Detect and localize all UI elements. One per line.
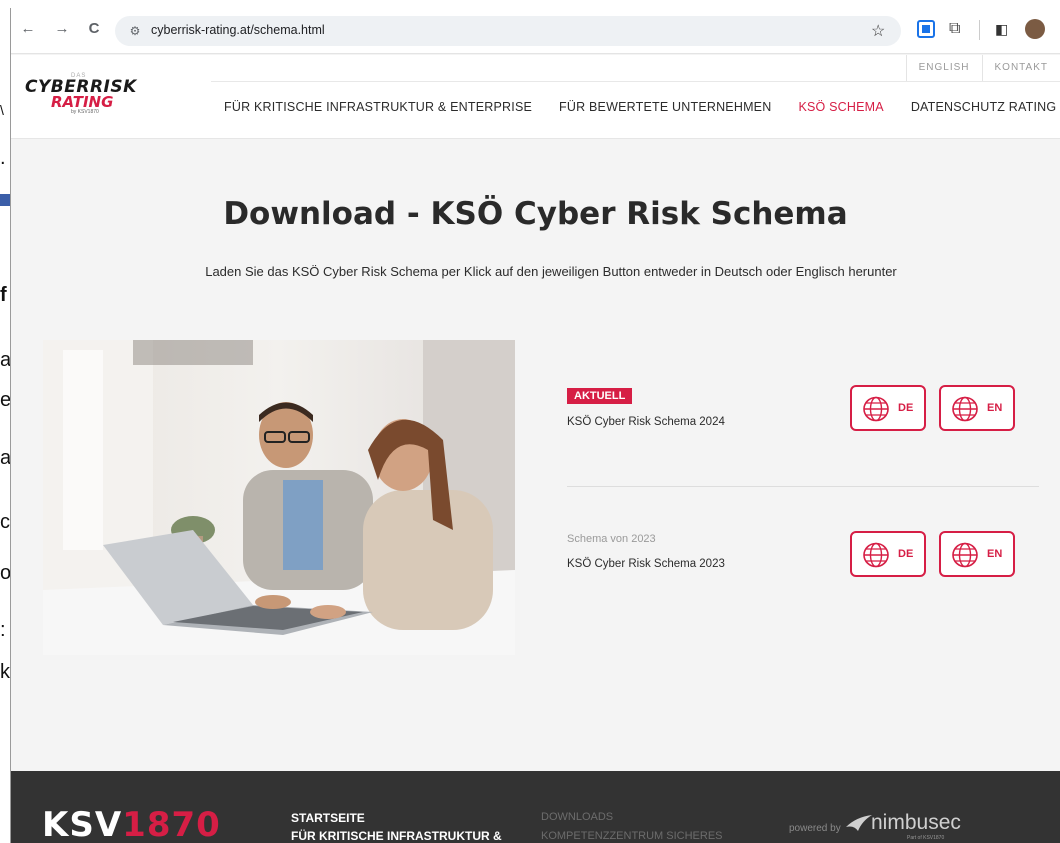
globe-icon [863, 396, 889, 422]
button-label: EN [987, 548, 1003, 560]
nimbusec-part-of-text: Part of KSV1870 [907, 835, 945, 841]
browser-window: ← → C ⚙ cyberrisk-rating.at/schema.html … [10, 8, 1060, 843]
back-button[interactable]: ← [17, 18, 39, 40]
background-window-bar [0, 194, 10, 206]
download-2023-de-button[interactable]: DE [850, 531, 926, 577]
browser-toolbar: ← → C ⚙ cyberrisk-rating.at/schema.html … [11, 8, 1060, 54]
button-label: DE [898, 402, 914, 414]
nimbusec-logo[interactable]: nimbusec [871, 811, 961, 835]
url-text[interactable]: cyberrisk-rating.at/schema.html [151, 23, 325, 37]
toolbar-divider [979, 20, 980, 40]
bookmark-star-icon[interactable]: ☆ [871, 21, 885, 41]
logo-rating-text: RATING [51, 93, 114, 111]
cyberrisk-rating-logo[interactable]: DAS CYBERRISK RATING by KSV1870 [25, 73, 155, 115]
page-title: Download - KSÖ Cyber Risk Schema [223, 196, 848, 232]
ksv1870-logo[interactable]: KSV1870 [42, 805, 221, 843]
address-bar[interactable]: ⚙ cyberrisk-rating.at/schema.html ☆ [115, 16, 901, 46]
main-navigation: FÜR KRITISCHE INFRASTRUKTUR & ENTERPRISE… [224, 100, 1060, 114]
english-link[interactable]: ENGLISH [905, 55, 982, 81]
row-divider [567, 486, 1039, 487]
site-footer: KSV1870 STARTSEITE FÜR KRITISCHE INFRAST… [11, 771, 1060, 843]
download-2023-en-button[interactable]: EN [939, 531, 1015, 577]
logo-ksv-text: KSV [42, 805, 123, 843]
background-window [0, 0, 10, 843]
globe-icon [863, 542, 889, 568]
download-2024-en-button[interactable]: EN [939, 385, 1015, 431]
extensions-puzzle-icon[interactable]: ⧉ [949, 20, 967, 38]
nav-item-bewertete-unternehmen[interactable]: FÜR BEWERTETE UNTERNEHMEN [559, 100, 771, 114]
page-subtitle: Laden Sie das KSÖ Cyber Risk Schema per … [205, 264, 897, 279]
logo-by-text: by KSV1870 [71, 109, 99, 115]
site-settings-icon[interactable]: ⚙ [127, 23, 143, 39]
footer-link-kompetenzzentrum[interactable]: KOMPETENZZENTRUM SICHERES [541, 830, 723, 842]
button-label: EN [987, 402, 1003, 414]
utility-links: ENGLISH KONTAKT [905, 55, 1060, 81]
site-header: DAS CYBERRISK RATING by KSV1870 ENGLISH … [11, 55, 1060, 139]
globe-icon [952, 396, 978, 422]
header-divider [211, 81, 1060, 82]
globe-icon [952, 542, 978, 568]
nav-item-kritische-infrastruktur[interactable]: FÜR KRITISCHE INFRASTRUKTUR & ENTERPRISE [224, 100, 532, 114]
nimbusec-bird-icon [846, 815, 872, 831]
kontakt-link[interactable]: KONTAKT [981, 55, 1060, 81]
forward-button[interactable]: → [51, 18, 73, 40]
hero-photo-two-people-laptop [43, 340, 515, 655]
footer-link-downloads[interactable]: DOWNLOADS [541, 811, 613, 823]
aktuell-badge: AKTUELL [567, 388, 633, 404]
profile-avatar[interactable] [1025, 19, 1045, 39]
logo-1870-text: 1870 [122, 805, 221, 843]
reload-button[interactable]: C [83, 18, 105, 40]
extension-icon[interactable] [917, 20, 935, 38]
download-2024-de-button[interactable]: DE [850, 385, 926, 431]
footer-link-startseite[interactable]: STARTSEITE [291, 811, 365, 825]
powered-by-text: powered by [789, 823, 841, 834]
nav-item-kso-schema[interactable]: KSÖ SCHEMA [798, 100, 883, 114]
side-panel-icon[interactable]: ◧ [995, 20, 1013, 38]
button-label: DE [898, 548, 914, 560]
footer-link-kritische-infrastruktur[interactable]: FÜR KRITISCHE INFRASTRUKTUR & [291, 829, 502, 843]
nav-item-datenschutz-rating[interactable]: DATENSCHUTZ RATING [911, 100, 1057, 114]
